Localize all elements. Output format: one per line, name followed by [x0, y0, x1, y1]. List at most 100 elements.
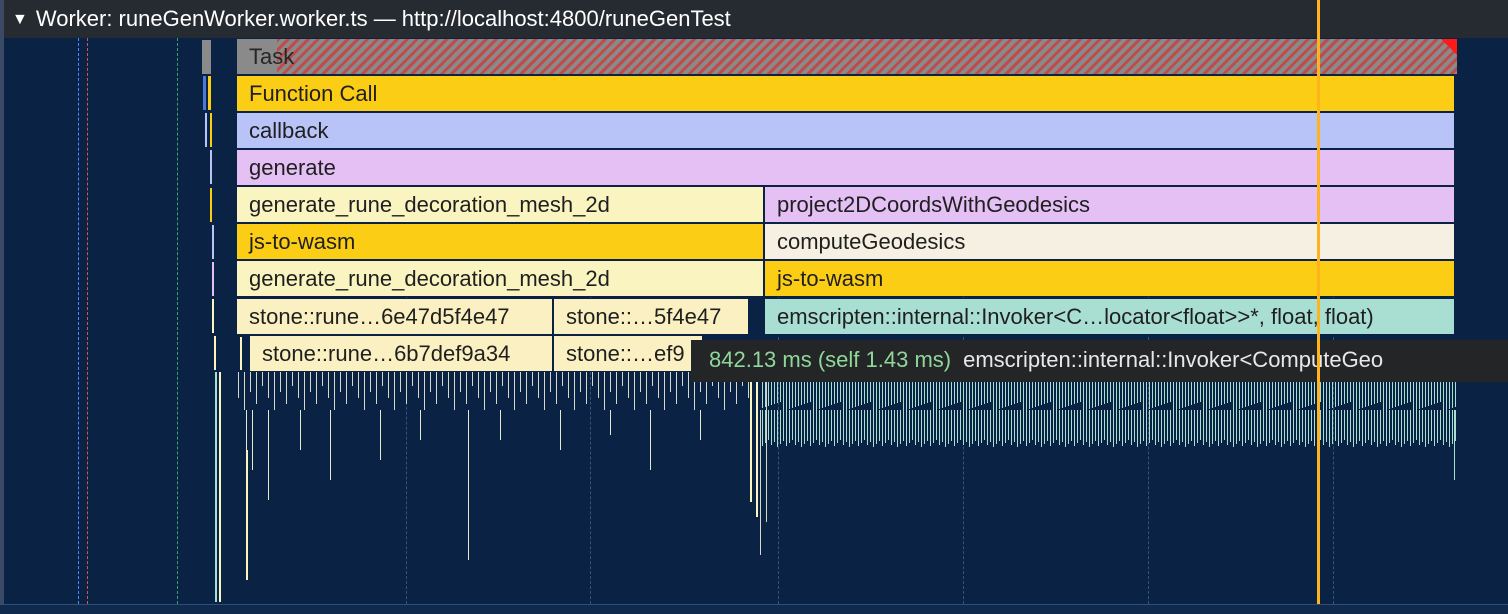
flame-bar-js-to-wasm[interactable]: js-to-wasm	[236, 223, 764, 260]
trace-sliver	[993, 410, 994, 447]
trace-sliver	[210, 113, 212, 147]
trace-sliver	[1455, 410, 1456, 441]
trace-sliver	[1443, 410, 1444, 445]
trace-sliver	[394, 372, 395, 410]
trace-sliver	[252, 410, 253, 470]
flame-bar-generate-rune-decoration[interactable]: generate_rune_decoration_mesh_2d	[236, 260, 764, 297]
trace-sliver	[897, 410, 898, 447]
worker-track-header[interactable]: ▼ Worker: runeGenWorker.worker.ts — http:…	[4, 0, 1508, 38]
trace-sliver	[520, 372, 521, 392]
trace-sliver	[370, 372, 371, 392]
trace-sliver	[420, 410, 421, 440]
trace-sliver	[478, 372, 479, 398]
trace-sliver	[1224, 410, 1225, 440]
trace-sliver	[246, 450, 248, 580]
tooltip-duration: 842.13 ms (self 1.43 ms)	[709, 347, 952, 372]
flame-bar-stone-rune[interactable]: stone::rune…6e47d5f4e47	[236, 298, 553, 335]
trace-sliver	[1029, 410, 1030, 443]
flame-bar-js-to-wasm[interactable]: js-to-wasm	[764, 260, 1455, 297]
trace-sliver	[472, 372, 473, 386]
flame-bar-generate-rune-decoration[interactable]: generate_rune_decoration_mesh_2d	[236, 186, 764, 223]
trace-sliver	[948, 410, 949, 444]
trace-sliver	[556, 372, 557, 404]
triangle-down-icon[interactable]: ▼	[12, 1, 28, 39]
flame-bar-task[interactable]: Task	[236, 38, 1458, 75]
trace-sliver	[448, 372, 449, 398]
trace-sliver	[1269, 410, 1270, 443]
trace-sliver	[1359, 410, 1360, 441]
flame-bar-project-2d-coords[interactable]: project2DCoordsWithGeodesics	[764, 186, 1455, 223]
trace-sliver	[840, 410, 841, 440]
trace-sliver	[1392, 410, 1393, 440]
flame-bar-stone[interactable]: stone::…ef9	[553, 335, 703, 372]
trace-sliver	[858, 410, 859, 446]
trace-sliver	[1305, 410, 1306, 447]
performance-flame-chart[interactable]: ▼ Worker: runeGenWorker.worker.ts — http:…	[0, 0, 1508, 614]
trace-sliver	[1437, 410, 1438, 443]
bottom-scrollbar[interactable]	[0, 604, 1508, 614]
trace-sliver	[927, 410, 928, 441]
trace-sliver	[807, 410, 808, 441]
trace-sliver	[768, 410, 769, 440]
trace-sliver	[1068, 410, 1069, 444]
flame-bar-generate[interactable]: generate	[236, 149, 1455, 186]
trace-sliver	[1098, 410, 1099, 446]
flame-bar-stone[interactable]: stone::…5f4e47	[553, 298, 749, 335]
trace-sliver	[1389, 410, 1390, 443]
trace-sliver	[210, 188, 212, 222]
trace-sliver	[1116, 410, 1117, 444]
trace-sliver	[864, 410, 865, 440]
flame-bar-callback[interactable]: callback	[236, 112, 1455, 149]
trace-sliver	[792, 410, 793, 440]
trace-sliver	[1440, 410, 1441, 440]
trace-sliver	[580, 372, 581, 392]
trace-sliver	[786, 410, 787, 446]
trace-sliver	[1239, 410, 1240, 441]
trace-sliver	[514, 372, 515, 410]
trace-sliver	[1311, 410, 1312, 441]
trace-sliver	[849, 410, 850, 447]
trace-sliver	[1071, 410, 1072, 441]
trace-sliver	[1347, 410, 1348, 445]
flame-bar-compute-geodesics[interactable]: computeGeodesics	[764, 223, 1455, 260]
trace-sliver	[1380, 410, 1381, 444]
trace-sliver	[1101, 410, 1102, 443]
trace-sliver	[789, 410, 790, 443]
trace-sliver	[984, 410, 985, 440]
trace-sliver	[1032, 410, 1033, 440]
trace-sliver	[777, 410, 778, 447]
trace-sliver	[1401, 410, 1402, 447]
trace-sliver	[340, 372, 341, 392]
flame-bar-stone-rune[interactable]: stone::rune…6b7def9a34	[249, 335, 553, 372]
timeline-cursor[interactable]	[1317, 0, 1320, 614]
flame-bar-function-call[interactable]: Function Call	[236, 75, 1455, 112]
trace-sliver	[1338, 410, 1339, 446]
trace-sliver	[1038, 410, 1039, 442]
trace-sliver	[861, 410, 862, 443]
trace-sliver	[1008, 410, 1009, 440]
trace-sliver	[436, 372, 437, 404]
trace-sliver	[1422, 410, 1423, 442]
trace-sliver	[990, 410, 991, 442]
trace-sliver	[1395, 410, 1396, 445]
trace-sliver	[1104, 410, 1105, 440]
trace-sliver	[380, 410, 381, 460]
trace-sliver	[1362, 410, 1363, 446]
trace-sliver	[1107, 410, 1108, 445]
trace-sliver	[930, 410, 931, 446]
trace-sliver	[855, 410, 856, 441]
trace-sliver	[688, 372, 689, 398]
flame-bar-emscripten-invoker[interactable]: emscripten::internal::Invoker<C…locator<…	[764, 298, 1455, 335]
trace-sliver	[825, 410, 826, 447]
trace-sliver	[1011, 410, 1012, 445]
trace-sliver	[352, 372, 353, 386]
left-gutter	[0, 0, 4, 614]
trace-sliver	[670, 372, 671, 392]
trace-sliver	[783, 410, 784, 441]
long-task-warning-icon	[1441, 39, 1457, 55]
trace-sliver	[1053, 410, 1054, 443]
trace-sliver	[879, 410, 880, 441]
trace-sliver	[903, 410, 904, 441]
trace-sliver	[1368, 410, 1369, 440]
trace-sliver	[212, 225, 214, 259]
